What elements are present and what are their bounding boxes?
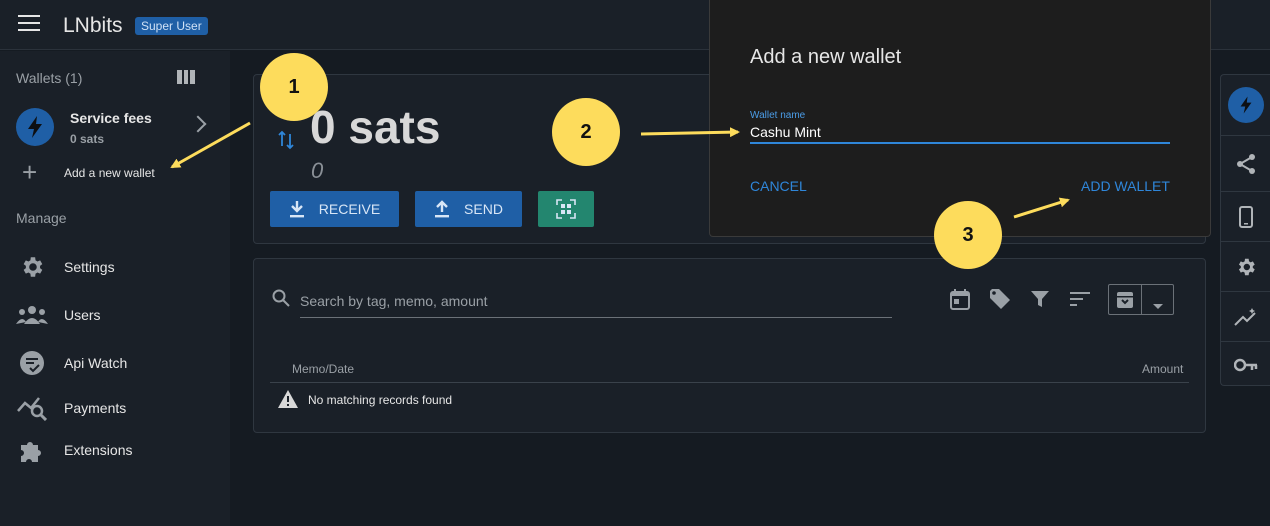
tag-icon[interactable] <box>988 287 1012 311</box>
chevron-right-icon <box>189 115 207 133</box>
mobile-icon[interactable] <box>1221 191 1270 241</box>
send-button[interactable]: SEND <box>415 191 522 227</box>
magic-wand-icon[interactable] <box>1221 291 1270 341</box>
calendar-icon[interactable] <box>948 287 972 311</box>
upload-icon <box>435 200 450 218</box>
fiat-balance: 0 <box>311 158 324 183</box>
wallet-name: Service fees <box>70 110 152 126</box>
nav-label-settings: Settings <box>64 259 115 275</box>
swap-vertical-icon[interactable] <box>278 130 294 155</box>
super-user-badge: Super User <box>135 17 208 35</box>
sidebar-item-extensions[interactable]: Extensions <box>0 429 230 469</box>
receive-label: RECEIVE <box>318 201 381 217</box>
wallet-balance: 0 sats <box>70 132 105 146</box>
send-label: SEND <box>464 201 503 217</box>
share-icon[interactable] <box>1221 135 1270 191</box>
bolt-icon <box>1228 87 1264 123</box>
col-memo-date[interactable]: Memo/Date <box>292 362 354 376</box>
wallets-title: Wallets (1) <box>16 70 83 86</box>
gear-icon[interactable] <box>1221 241 1270 291</box>
manage-title: Manage <box>16 210 67 226</box>
add-wallet-confirm-button[interactable]: ADD WALLET <box>1081 178 1170 194</box>
sidebar-item-settings[interactable]: Settings <box>0 246 230 286</box>
wallet-balance-amount: 0 sats <box>310 101 441 153</box>
right-rail <box>1220 74 1270 386</box>
sidebar-item-users[interactable]: Users <box>0 294 230 334</box>
add-wallet-label: Add a new wallet <box>64 166 155 180</box>
scan-qr-button[interactable] <box>538 191 594 227</box>
export-dropdown-button[interactable] <box>1108 284 1174 315</box>
puzzle-icon <box>16 436 48 464</box>
dialog-title: Add a new wallet <box>750 46 902 68</box>
gear-icon <box>16 253 48 281</box>
view-columns-icon[interactable] <box>177 70 196 84</box>
rail-wallet-avatar[interactable] <box>1221 75 1270 135</box>
users-icon <box>16 301 48 329</box>
menu-icon[interactable] <box>18 15 40 35</box>
add-wallet-button[interactable]: + Add a new wallet <box>0 159 230 189</box>
warning-icon <box>277 389 299 414</box>
nav-label-api-watch: Api Watch <box>64 355 128 371</box>
nav-label-payments: Payments <box>64 400 127 416</box>
plus-icon: + <box>22 157 38 187</box>
transactions-search-input[interactable] <box>300 284 892 318</box>
key-icon[interactable] <box>1221 341 1270 387</box>
nav-label-extensions: Extensions <box>64 442 133 458</box>
wallet-name-input[interactable] <box>750 122 1170 144</box>
receive-button[interactable]: RECEIVE <box>270 191 399 227</box>
download-icon <box>289 201 304 218</box>
filter-icon[interactable] <box>1028 287 1052 311</box>
payments-icon <box>16 394 48 422</box>
empty-records-text: No matching records found <box>308 393 453 407</box>
qr-scan-icon <box>556 199 576 219</box>
step-marker-2: 2 <box>552 98 620 166</box>
caret-down-icon <box>1152 297 1164 315</box>
search-icon <box>272 289 290 312</box>
sidebar-wallet-service-fees[interactable]: Service fees 0 sats <box>0 103 230 153</box>
brand-title[interactable]: LNbits <box>63 14 123 38</box>
table-divider <box>270 382 1189 383</box>
sidebar: Wallets (1) Service fees 0 sats + Add a … <box>0 51 230 526</box>
nav-label-users: Users <box>64 307 101 323</box>
col-amount[interactable]: Amount <box>1142 362 1183 376</box>
step-marker-1: 1 <box>260 53 328 121</box>
archive-icon <box>1116 291 1134 314</box>
cancel-button[interactable]: CANCEL <box>750 178 807 194</box>
sidebar-item-payments[interactable]: Payments <box>0 387 230 427</box>
bolt-icon <box>16 108 54 146</box>
wallet-name-label: Wallet name <box>750 110 806 121</box>
step-marker-3: 3 <box>934 201 1002 269</box>
sort-icon[interactable] <box>1068 287 1092 311</box>
sidebar-item-api-watch[interactable]: Api Watch <box>0 342 230 382</box>
api-watch-icon <box>16 349 48 377</box>
